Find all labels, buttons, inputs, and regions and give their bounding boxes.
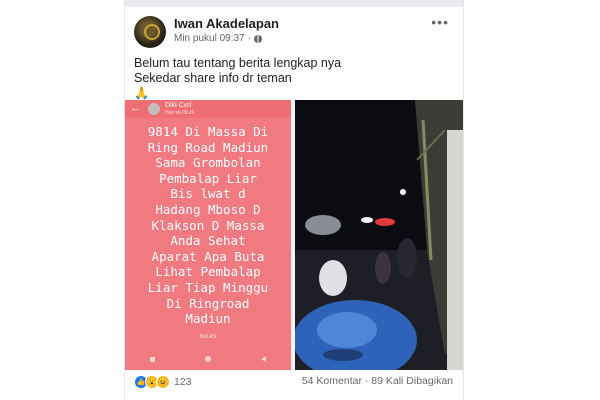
night-crowd-photo[interactable]	[295, 100, 463, 370]
story-text: 9814 Di Massa Di Ring Road Madiun Sama G…	[147, 124, 269, 327]
post-timestamp[interactable]: Min pukul 09:37	[174, 33, 245, 44]
post-meta: Min pukul 09:37 ·	[174, 33, 262, 44]
home-icon	[205, 356, 211, 362]
night-scene-drawing	[295, 100, 463, 370]
post-text-line-2: Sekedar share info dr teman	[134, 71, 292, 85]
more-icon[interactable]: •••	[431, 14, 449, 30]
author-avatar[interactable]	[134, 16, 166, 48]
feed-top-bar	[125, 0, 463, 7]
back-icon	[261, 356, 266, 362]
post-text: Belum tau tentang berita lengkap nya Sek…	[134, 56, 454, 86]
story-avatar	[148, 103, 160, 115]
author-name[interactable]: Iwan Akadelapan	[174, 16, 279, 31]
back-arrow-icon: ←	[130, 102, 141, 114]
story-author: Diki Cvrl	[165, 102, 192, 109]
globe-icon	[253, 34, 262, 43]
recent-apps-icon	[150, 356, 155, 362]
story-time: Hari ini 09.26	[165, 110, 195, 116]
photo-grid: ← Diki Cvrl Hari ini 09.26 9814 Di Massa…	[125, 100, 463, 370]
story-reply-label: BALAS	[199, 334, 217, 340]
pray-emoji: 🙏	[134, 86, 149, 100]
post-card: Iwan Akadelapan Min pukul 09:37 · ••• Be…	[124, 0, 464, 400]
haha-icon: 😆	[156, 375, 170, 389]
phone-nav-bar	[125, 352, 291, 366]
post-text-line-1: Belum tau tentang berita lengkap nya	[134, 56, 342, 70]
story-screenshot-image[interactable]: ← Diki Cvrl Hari ini 09.26 9814 Di Massa…	[125, 100, 291, 370]
story-header: ← Diki Cvrl Hari ini 09.26	[125, 100, 291, 118]
reactions[interactable]: 👍 😮 😆 123	[134, 375, 192, 389]
reaction-count[interactable]: 123	[174, 376, 192, 388]
comments-shares-stats[interactable]: 54 Komentar · 89 Kali Dibagikan	[302, 375, 453, 387]
meta-separator: ·	[247, 33, 251, 44]
post-footer: 👍 😮 😆 123 54 Komentar · 89 Kali Dibagika…	[125, 375, 463, 391]
